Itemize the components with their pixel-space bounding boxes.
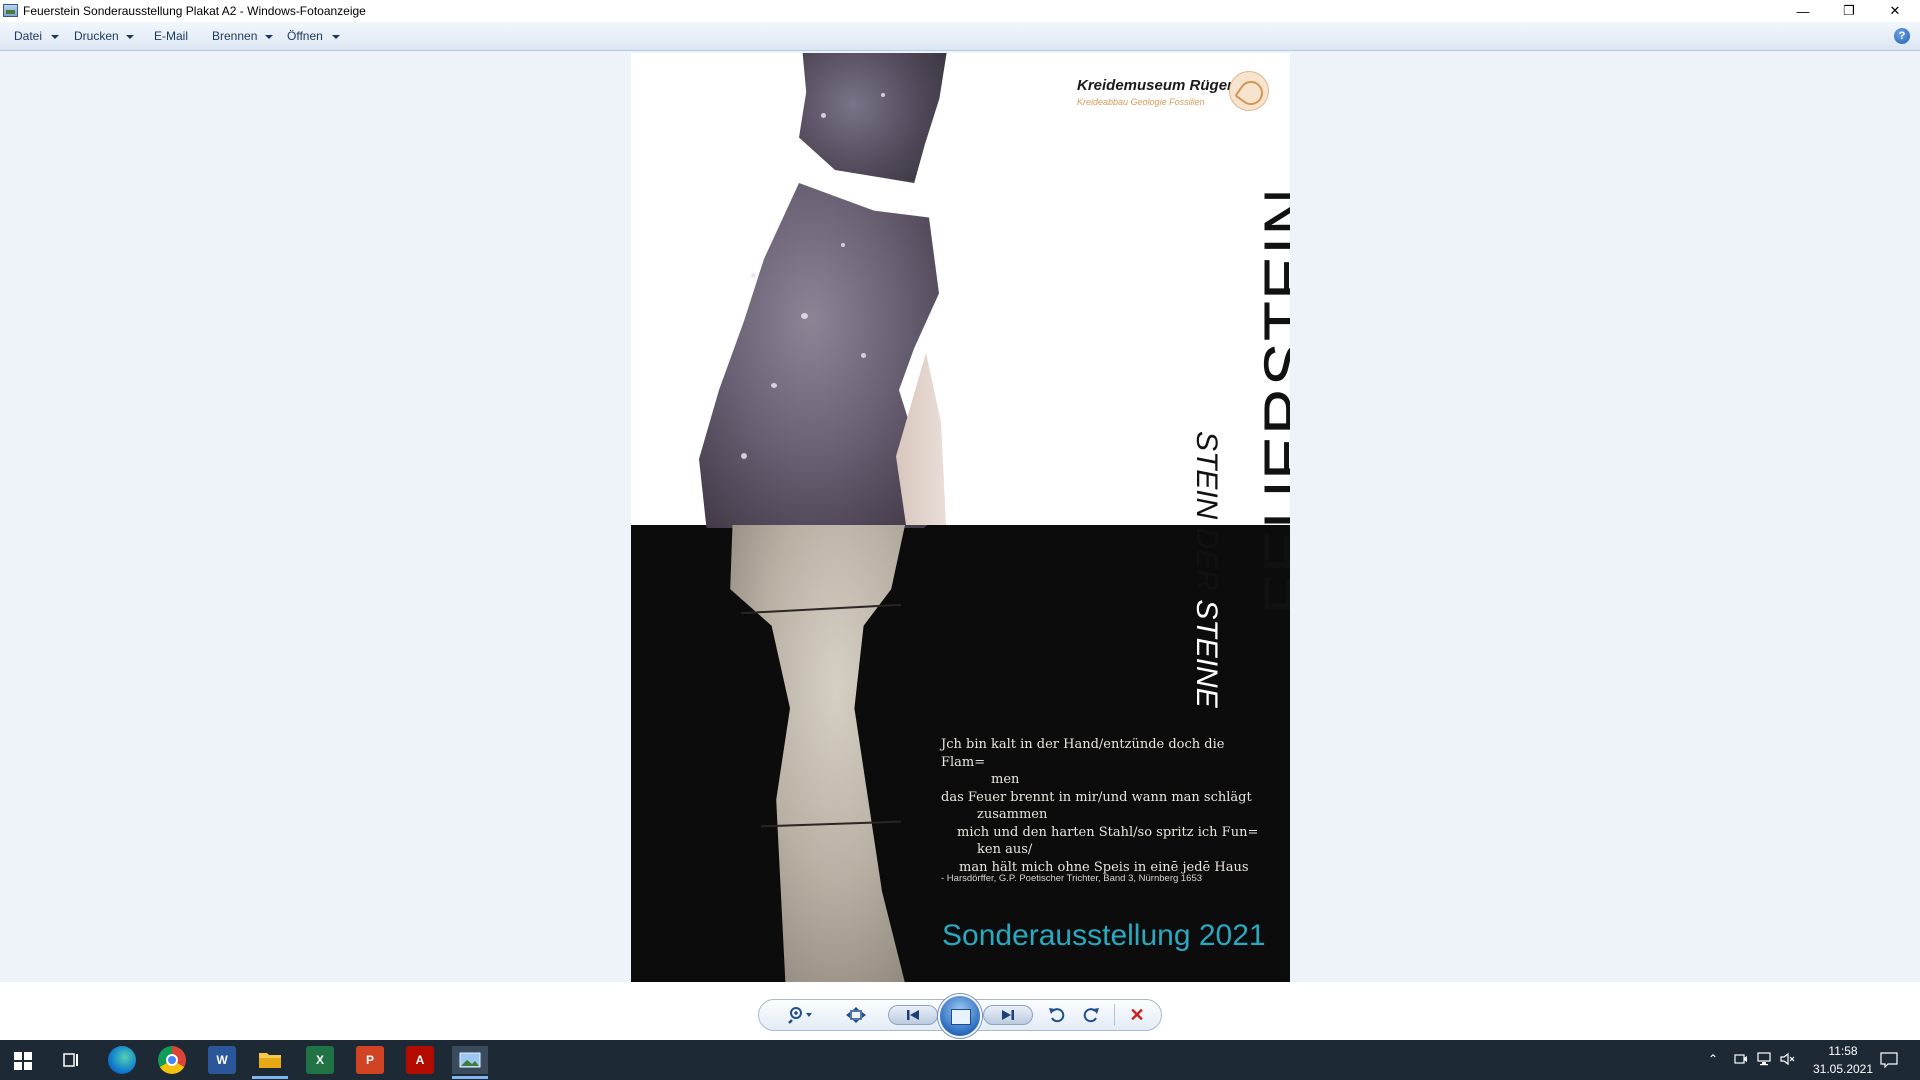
- photo-viewer-taskbar-icon[interactable]: [452, 1046, 488, 1074]
- museum-logo-icon: [1229, 71, 1269, 111]
- folder-graphic: [259, 1053, 281, 1068]
- flint-speckle: [881, 93, 885, 97]
- poster-subtitle: STEIN DER STEINE: [1189, 431, 1223, 731]
- tray-chevron-up-icon[interactable]: ⌃: [1708, 1052, 1718, 1066]
- flint-speckle: [751, 273, 756, 278]
- quote-line: men: [991, 772, 1020, 787]
- museum-tagline: Kreideabbau Geologie Fossilien: [1077, 97, 1205, 107]
- rotate-counterclockwise-icon[interactable]: [1046, 1005, 1068, 1025]
- exhibition-title: Sonderausstellung 2021: [942, 919, 1266, 952]
- task-view-icon[interactable]: [58, 1046, 86, 1074]
- tray-meet-now-icon[interactable]: [1734, 1052, 1748, 1069]
- notification-graphic: [1880, 1052, 1898, 1069]
- chevron-down-icon[interactable]: [265, 35, 273, 39]
- rotate-right-graphic: [1083, 1008, 1099, 1023]
- word-icon[interactable]: W: [208, 1046, 236, 1074]
- rotate-left-graphic: [1049, 1008, 1065, 1023]
- flint-speckle: [821, 113, 826, 118]
- flint-fragment-top: [799, 53, 947, 183]
- clock-date[interactable]: 31.05.2021: [1806, 1062, 1880, 1076]
- fit-to-window-graphic: [846, 1007, 866, 1023]
- chevron-down-icon[interactable]: [51, 35, 59, 39]
- chevron-down-icon[interactable]: [126, 35, 134, 39]
- toolbar-separator: [1114, 1004, 1115, 1026]
- quote-line: zusammen: [977, 807, 1048, 822]
- photo-viewer-active-indicator: [452, 1076, 488, 1079]
- photo-viewer-app-icon: [3, 4, 18, 17]
- chrome-icon[interactable]: [158, 1046, 186, 1074]
- network-graphic: [1757, 1052, 1771, 1066]
- menu-email[interactable]: E-Mail: [154, 29, 188, 43]
- quote-line: mich und den harten Stahl/so spritz ich …: [957, 824, 1259, 840]
- title-bar: Feuerstein Sonderausstellung Plakat A2 -…: [0, 0, 1920, 22]
- powerpoint-icon[interactable]: P: [356, 1046, 384, 1074]
- close-button[interactable]: ✕: [1872, 0, 1918, 22]
- excel-icon[interactable]: X: [306, 1046, 334, 1074]
- tray-network-icon[interactable]: [1756, 1052, 1772, 1069]
- flint-speckle: [741, 453, 747, 459]
- notification-center-icon[interactable]: [1880, 1052, 1898, 1071]
- task-view-graphic: [63, 1053, 78, 1067]
- file-explorer-icon[interactable]: [256, 1046, 284, 1074]
- chevron-down-icon[interactable]: [332, 35, 340, 39]
- acrobat-icon[interactable]: A: [406, 1046, 434, 1074]
- fit-to-window-icon[interactable]: [844, 1005, 868, 1025]
- file-explorer-active-indicator: [252, 1076, 288, 1079]
- menu-drucken[interactable]: Drucken: [74, 29, 119, 43]
- maximize-button[interactable]: ❐: [1826, 0, 1872, 22]
- menu-bar: Datei Drucken E-Mail Brennen Öffnen: [0, 22, 1920, 51]
- poster-title: FEUERSTEIN: [1250, 186, 1290, 615]
- taskbar: [0, 1040, 1920, 1080]
- chrome-center: [166, 1054, 178, 1066]
- volume-muted-graphic: [1780, 1052, 1795, 1066]
- poster-quote: Jch bin kalt in der Hand/entzünde doch d…: [941, 736, 1271, 876]
- previous-button[interactable]: [888, 1005, 938, 1025]
- quote-line: das Feuer brennt in mir/und wann man sch…: [941, 789, 1252, 805]
- zoom-icon[interactable]: [786, 1005, 816, 1025]
- clock-time[interactable]: 11:58: [1822, 1044, 1864, 1058]
- rotate-clockwise-icon[interactable]: [1080, 1005, 1102, 1025]
- quote-line: ken aus/: [977, 842, 1033, 857]
- museum-name: Kreidemuseum Rügen: [1077, 77, 1237, 94]
- next-icon: [1002, 1010, 1014, 1020]
- poster-image: Kreidemuseum Rügen Kreideabbau Geologie …: [631, 53, 1290, 983]
- minimize-button[interactable]: —: [1780, 0, 1826, 22]
- start-icon[interactable]: [14, 1052, 32, 1070]
- poster-subtitle-light: STEIN DER: [1190, 431, 1223, 592]
- menu-brennen[interactable]: Brennen: [212, 29, 257, 43]
- quote-line: Jch bin kalt in der Hand/entzünde doch d…: [941, 737, 1225, 770]
- flint-rind: [896, 353, 946, 525]
- next-button[interactable]: [983, 1005, 1033, 1025]
- edge-icon[interactable]: [108, 1046, 136, 1074]
- flint-speckle: [861, 353, 866, 358]
- meet-now-graphic: [1734, 1054, 1747, 1064]
- help-icon[interactable]: ?: [1894, 28, 1910, 44]
- flint-speckle: [841, 243, 845, 247]
- quote-attribution: - Harsdörffer, G.P. Poetischer Trichter,…: [941, 873, 1203, 884]
- window-title: Feuerstein Sonderausstellung Plakat A2 -…: [23, 4, 366, 18]
- previous-icon: [907, 1010, 919, 1020]
- menu-datei[interactable]: Datei: [14, 29, 42, 43]
- flint-speckle: [801, 313, 808, 319]
- tray-volume-muted-icon[interactable]: [1780, 1052, 1796, 1069]
- flint-speckle: [771, 383, 777, 388]
- zoom-icon-graphic: [788, 1007, 812, 1024]
- slideshow-button[interactable]: [938, 994, 982, 1038]
- photo-viewer-graphic: [459, 1052, 481, 1068]
- menu-oeffnen[interactable]: Öffnen: [287, 29, 323, 43]
- poster-subtitle-dark: STEINE: [1190, 591, 1223, 708]
- delete-icon[interactable]: ✕: [1126, 1005, 1148, 1025]
